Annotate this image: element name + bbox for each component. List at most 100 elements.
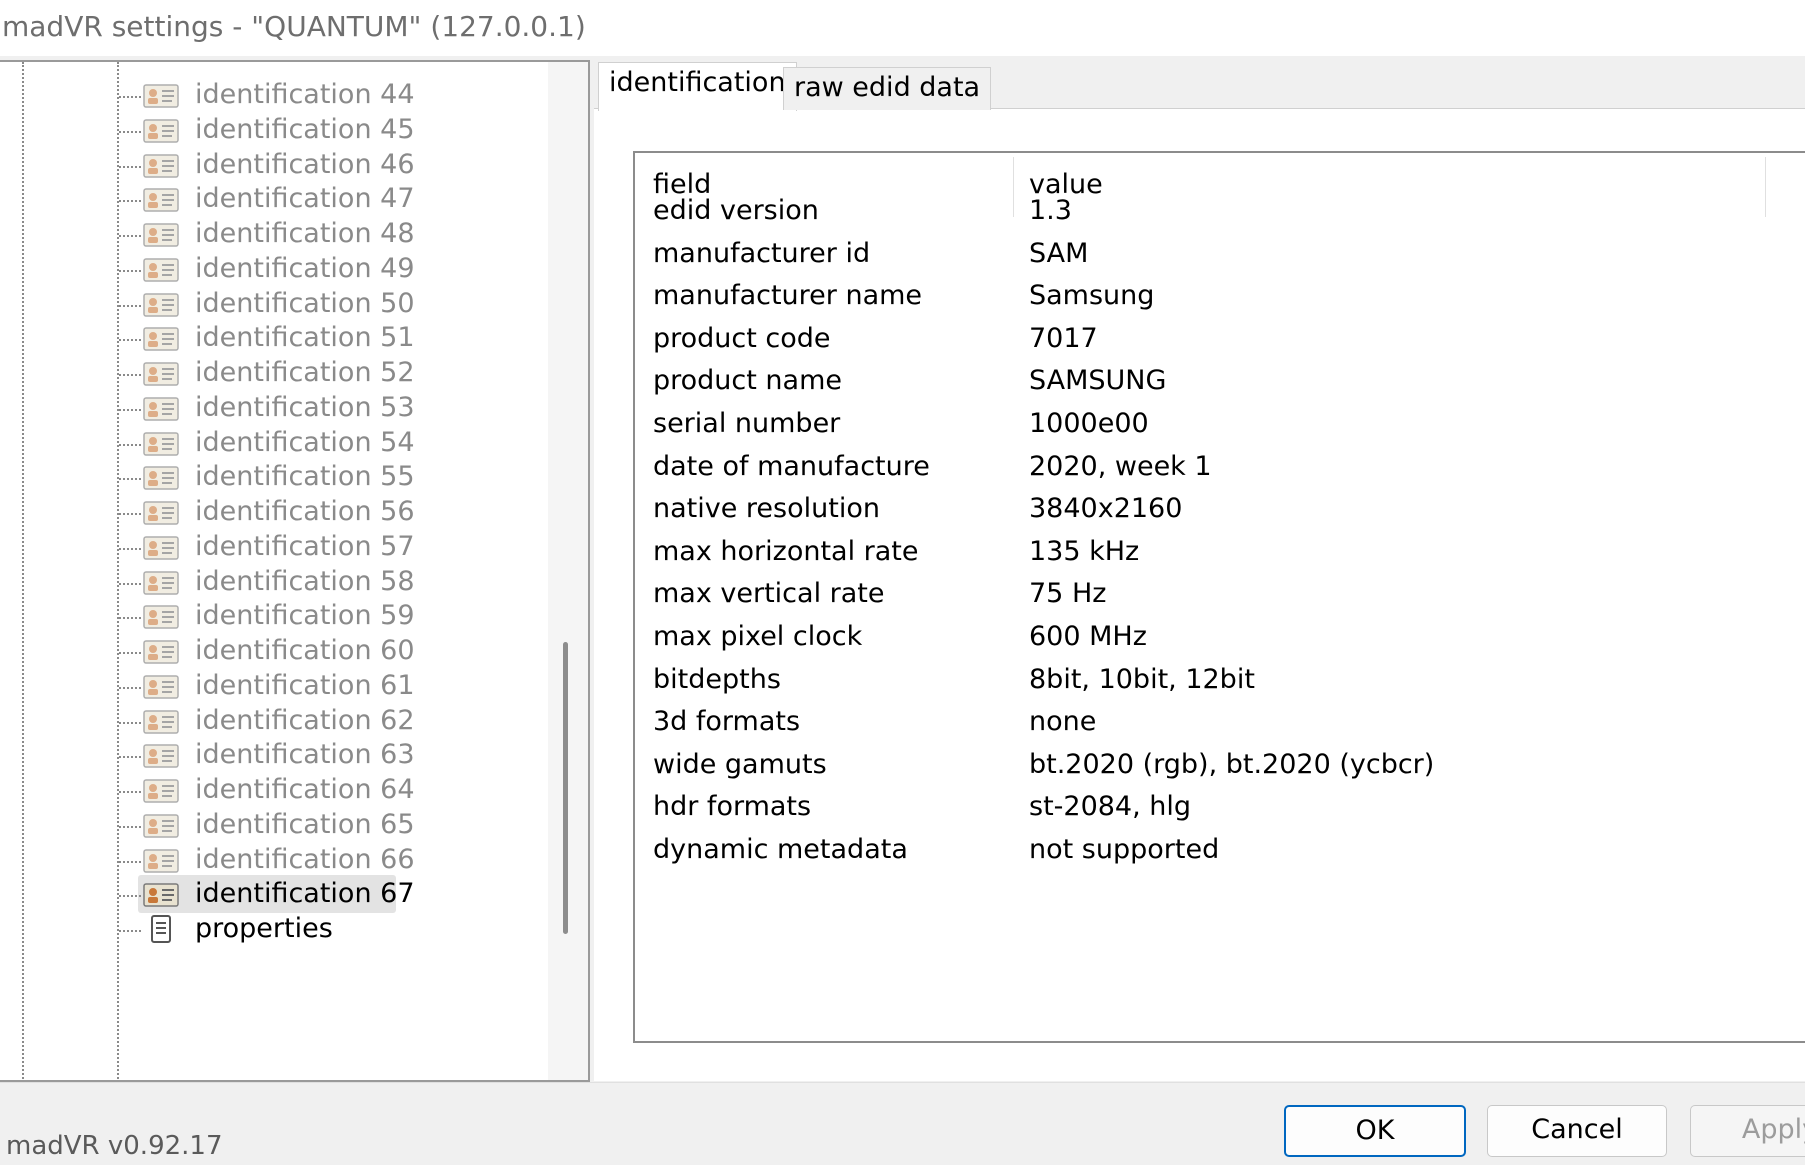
value-cell: st-2084, hlg xyxy=(1029,791,1192,823)
field-cell: manufacturer name xyxy=(653,280,923,312)
tree-item-label: identification 63 xyxy=(195,739,415,771)
tree-item-label: identification 64 xyxy=(195,774,415,805)
table-row[interactable]: date of manufacture 2020, week 1 xyxy=(635,447,1805,489)
tree-item-label: identification 66 xyxy=(195,843,415,875)
field-cell: 3d formats xyxy=(653,706,801,738)
settings-window: madVR settings - "QUANTUM" (127.0.0.1) i… xyxy=(0,0,1805,1165)
table-row[interactable]: native resolution 3840x2160 xyxy=(635,489,1805,531)
tree-item[interactable]: identification 62 xyxy=(0,702,545,740)
tree-item[interactable]: identification 48 xyxy=(0,215,545,253)
tree-item[interactable]: identification 53 xyxy=(0,389,545,427)
tree-item[interactable]: identification 47 xyxy=(0,180,545,218)
tree-item-label: identification 45 xyxy=(195,113,415,145)
tree-item[interactable]: identification 54 xyxy=(0,424,545,462)
tree-item[interactable]: identification 67 xyxy=(0,875,545,914)
table-row[interactable]: dynamic metadata not supported xyxy=(635,830,1805,872)
tree-item[interactable]: identification 50 xyxy=(0,285,545,323)
tree-item[interactable]: identification 46 xyxy=(0,146,545,184)
ok-button[interactable]: OK xyxy=(1284,1105,1466,1157)
field-cell: wide gamuts xyxy=(653,748,827,780)
tree-item-label: identification 48 xyxy=(195,218,415,249)
tree-item[interactable]: identification 64 xyxy=(0,771,545,809)
table-row[interactable]: serial number 1000e00 xyxy=(635,404,1805,446)
window-title: madVR settings - "QUANTUM" (127.0.0.1) xyxy=(2,10,586,43)
tree-connector-line xyxy=(119,374,141,376)
tree-item[interactable]: identification 65 xyxy=(0,806,545,844)
tree-connector-line xyxy=(119,130,141,133)
table-row[interactable]: max pixel clock 600 MHz xyxy=(635,617,1805,659)
tree-item[interactable]: identification 60 xyxy=(0,632,545,670)
tree-connector-line xyxy=(119,617,141,620)
edid-table: field value edid version 1.3 manufacturer … xyxy=(633,151,1805,1043)
tree-item[interactable]: identification 57 xyxy=(0,528,545,566)
table-row[interactable]: product name SAMSUNG xyxy=(635,361,1805,403)
table-row[interactable]: 3d formats none xyxy=(635,702,1805,744)
tree-scrollbar[interactable] xyxy=(548,62,588,1080)
tree-item[interactable]: identification 59 xyxy=(0,597,545,635)
tree-item[interactable]: identification 51 xyxy=(0,319,545,357)
cancel-button[interactable]: Cancel xyxy=(1487,1105,1667,1157)
properties-document-icon xyxy=(142,914,180,944)
tree-item[interactable]: identification 61 xyxy=(0,667,545,705)
field-cell: date of manufacture xyxy=(653,450,930,482)
tree-scrollbar-thumb[interactable] xyxy=(563,642,568,934)
tab-identification[interactable]: identification xyxy=(598,62,797,111)
tree-connector-line xyxy=(119,547,141,550)
tree-connector-line xyxy=(119,513,141,515)
tree-connector-line xyxy=(119,895,141,898)
value-cell: 1.3 xyxy=(1029,195,1072,226)
tree-item[interactable]: identification 56 xyxy=(0,493,545,531)
table-row[interactable]: manufacturer id SAM xyxy=(635,234,1805,276)
table-row[interactable]: product code 7017 xyxy=(635,319,1805,361)
id-card-icon xyxy=(142,462,180,492)
tree-item[interactable]: identification 66 xyxy=(0,841,545,879)
id-card-icon xyxy=(142,115,180,145)
value-cell: bt.2020 (rgb), bt.2020 (ycbcr) xyxy=(1029,748,1435,780)
id-card-icon xyxy=(142,532,180,562)
tree-item[interactable]: identification 58 xyxy=(0,563,545,601)
id-card-icon xyxy=(142,671,180,701)
table-row[interactable]: edid version 1.3 xyxy=(635,191,1805,233)
id-card-icon xyxy=(142,289,180,319)
tree-connector-line xyxy=(119,339,141,342)
tree-item-label: identification 60 xyxy=(195,635,415,666)
tree-item-label: identification 61 xyxy=(195,669,415,701)
value-cell: 1000e00 xyxy=(1029,408,1149,439)
table-row[interactable]: max vertical rate 75 Hz xyxy=(635,574,1805,616)
table-row[interactable]: manufacturer name Samsung xyxy=(635,276,1805,318)
field-cell: product name xyxy=(653,365,842,397)
tree-item-label: identification 62 xyxy=(195,704,415,736)
tree-connector-line xyxy=(119,304,141,307)
tree-item-label: identification 49 xyxy=(195,252,415,284)
id-card-icon xyxy=(142,184,180,214)
tree-item[interactable]: identification 55 xyxy=(0,458,545,496)
field-cell: max pixel clock xyxy=(653,621,863,652)
tree-item[interactable]: identification 45 xyxy=(0,111,545,149)
tree-item-label: identification 56 xyxy=(195,496,415,527)
field-cell: max vertical rate xyxy=(653,578,885,610)
id-card-icon xyxy=(142,567,180,597)
tree-item[interactable]: identification 63 xyxy=(0,736,545,774)
value-cell: 2020, week 1 xyxy=(1029,450,1212,482)
id-card-icon xyxy=(142,879,180,909)
tree-item-label: identification 55 xyxy=(195,461,415,493)
tree-item-label: properties xyxy=(195,913,333,944)
tab-raw-edid-data[interactable]: raw edid data xyxy=(783,67,992,110)
settings-tree[interactable]: identification 44 identification 45 identi… xyxy=(0,60,590,1082)
tree-connector-line xyxy=(119,165,141,168)
field-cell: product code xyxy=(653,322,831,354)
tree-item[interactable]: identification 44 xyxy=(0,76,545,114)
table-row[interactable]: bitdepths 8bit, 10bit, 12bit xyxy=(635,660,1805,702)
tree-item-label: identification 53 xyxy=(195,391,415,423)
id-card-icon xyxy=(142,845,180,875)
id-card-icon xyxy=(142,810,180,840)
tree-item[interactable]: properties xyxy=(0,910,545,948)
table-row[interactable]: hdr formats st-2084, hlg xyxy=(635,787,1805,829)
value-cell: not supported xyxy=(1029,834,1220,865)
table-row[interactable]: max horizontal rate 135 kHz xyxy=(635,532,1805,574)
table-row[interactable]: wide gamuts bt.2020 (rgb), bt.2020 (ycbcr… xyxy=(635,745,1805,787)
tree-item[interactable]: identification 52 xyxy=(0,354,545,392)
field-cell: dynamic metadata xyxy=(653,834,908,865)
apply-button[interactable]: Apply xyxy=(1690,1105,1805,1157)
tree-item[interactable]: identification 49 xyxy=(0,250,545,288)
